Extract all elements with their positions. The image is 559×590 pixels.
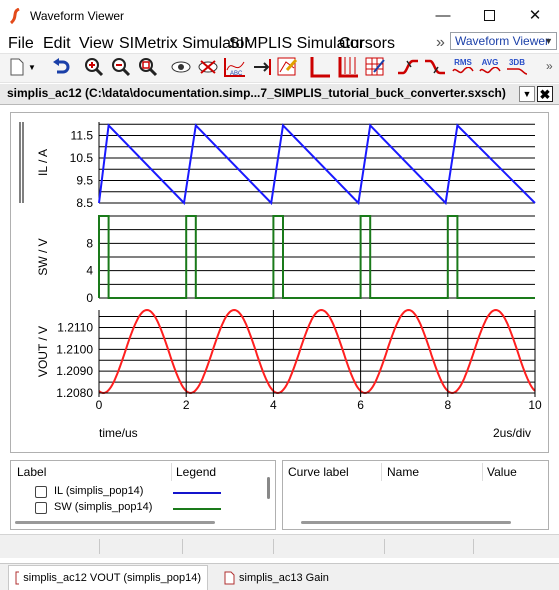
x-tick-label: 0 (96, 398, 103, 412)
3db-icon[interactable]: 3DB (505, 56, 529, 78)
status-divider (473, 539, 474, 554)
status-divider (273, 539, 274, 554)
rise-icon[interactable] (397, 56, 419, 78)
x-tick-label: 2 (183, 398, 190, 412)
close-document-button[interactable]: ✖ (537, 86, 553, 102)
legend-swatch-sw (173, 508, 221, 510)
y-tick-label: 1.2080 (56, 386, 93, 400)
y-tick-label: 11.5 (71, 129, 94, 143)
zoom-in-icon[interactable] (83, 56, 105, 78)
view-selector-dropdown[interactable]: Waveform Viewer ▼ (450, 32, 557, 50)
legend-header-legend[interactable]: Legend (176, 465, 216, 479)
x-tick-label: 10 (528, 398, 542, 412)
cursor-header-divider (482, 463, 483, 481)
hide-curve-icon[interactable] (197, 56, 219, 78)
3db-label: 3DB (508, 58, 525, 67)
y-tick-label: 0 (86, 291, 93, 305)
cursor-header-divider (381, 463, 382, 481)
new-icon[interactable] (6, 56, 28, 78)
cursor-header-value[interactable]: Value (487, 465, 517, 479)
legend-horizontal-scrollbar[interactable] (15, 521, 215, 524)
x-tick-label: 4 (270, 398, 277, 412)
window-title: Waveform Viewer (30, 9, 125, 23)
bottom-tab-label: simplis_ac12 VOUT (simplis_pop14) (23, 572, 201, 584)
zoom-out-icon[interactable] (110, 56, 132, 78)
dropdown-icon[interactable]: ▼ (26, 56, 38, 78)
legend-header-divider (171, 463, 172, 481)
legend-swatch-il (173, 492, 221, 494)
y-tick-label: 8 (86, 236, 93, 250)
grid-scale-icon[interactable] (364, 56, 386, 78)
y-axis-label: VOUT / V (36, 326, 50, 377)
measure-abc-icon[interactable]: ABC (224, 56, 246, 78)
legend-panel: Label Legend IL (simplis_pop14) SW (simp… (10, 460, 276, 530)
cursor-header-curve-label[interactable]: Curve label (288, 465, 349, 479)
svg-text:ABC: ABC (230, 71, 243, 77)
rms-icon[interactable]: RMS (451, 56, 475, 78)
app-logo-icon (8, 7, 22, 25)
y-axis-label: IL / A (36, 149, 50, 176)
y-tick-label: 8.5 (76, 196, 93, 210)
x-tick-label: 8 (444, 398, 451, 412)
bottom-tab-gain[interactable]: simplis_ac13 Gain (218, 565, 338, 590)
legend-checkbox[interactable] (35, 486, 47, 498)
menu-view[interactable]: View (79, 35, 113, 53)
y-tick-label: 1.2090 (56, 364, 93, 378)
add-curve-icon[interactable] (276, 56, 298, 78)
close-button[interactable]: ✕ (512, 0, 558, 30)
legend-row-label: SW (simplis_pop14) (54, 501, 153, 513)
legend-vertical-scrollbar[interactable] (267, 477, 270, 499)
view-icon[interactable] (170, 56, 192, 78)
bottom-tab-vout[interactable]: simplis_ac12 VOUT (simplis_pop14) (8, 565, 208, 590)
x-axis-label: time/us (99, 426, 138, 440)
legend-row-sw[interactable]: SW (simplis_pop14) (35, 501, 255, 517)
rms-label: RMS (454, 58, 472, 67)
series-vout-curve (98, 308, 536, 395)
cursor-arrow-icon[interactable] (251, 56, 273, 78)
status-divider (182, 539, 183, 554)
axis-icon[interactable] (309, 56, 331, 78)
y-tick-label: 10.5 (70, 151, 94, 165)
cursor-horizontal-scrollbar[interactable] (301, 521, 511, 524)
fall-icon[interactable] (424, 56, 446, 78)
chevron-down-icon: ▼ (544, 36, 553, 46)
minimize-button[interactable]: — (420, 0, 466, 30)
toolbar-overflow[interactable]: » (546, 59, 553, 73)
x-axis-scale: 2us/div (493, 426, 532, 440)
document-icon (224, 571, 235, 584)
y-tick-label: 1.2100 (56, 342, 93, 356)
cursor-header-name[interactable]: Name (387, 465, 419, 479)
legend-row-il[interactable]: IL (simplis_pop14) (35, 485, 255, 501)
y-tick-label: 9.5 (76, 174, 93, 188)
status-divider (384, 539, 385, 554)
cursor-panel: Curve label Name Value (282, 460, 549, 530)
legend-header-label[interactable]: Label (17, 465, 46, 479)
menu-file[interactable]: File (8, 35, 34, 53)
y-axis-label: SW / V (36, 238, 50, 275)
avg-label: AVG (481, 58, 499, 67)
maximize-button[interactable] (466, 0, 512, 30)
avg-icon[interactable]: AVG (478, 56, 502, 78)
document-tab-title[interactable]: simplis_ac12 (C:\data\documentation.simp… (7, 86, 506, 100)
menu-overflow[interactable]: » (436, 34, 445, 52)
menu-edit[interactable]: Edit (43, 35, 71, 53)
zoom-fit-icon[interactable] (137, 56, 159, 78)
status-divider (99, 539, 100, 554)
menu-cursors[interactable]: Cursors (339, 35, 395, 53)
tab-list-dropdown[interactable]: ▼ (519, 86, 535, 102)
waveform-plot[interactable]: 11.5 10.5 9.5 8.5 IL / A 8 4 0 SW / V 1.2110 1.210… (10, 112, 549, 453)
legend-row-label: IL (simplis_pop14) (54, 485, 144, 497)
view-selector-value: Waveform Viewer (455, 34, 550, 48)
bottom-tab-label: simplis_ac13 Gain (239, 571, 329, 584)
y-tick-label: 1.2110 (57, 320, 93, 334)
legend-checkbox[interactable] (35, 502, 47, 514)
document-icon (15, 571, 20, 585)
x-tick-label: 6 (357, 398, 364, 412)
grid-icon[interactable] (337, 56, 359, 78)
undo-icon[interactable] (50, 56, 72, 78)
status-bar (0, 534, 559, 558)
y-tick-label: 4 (86, 264, 93, 278)
